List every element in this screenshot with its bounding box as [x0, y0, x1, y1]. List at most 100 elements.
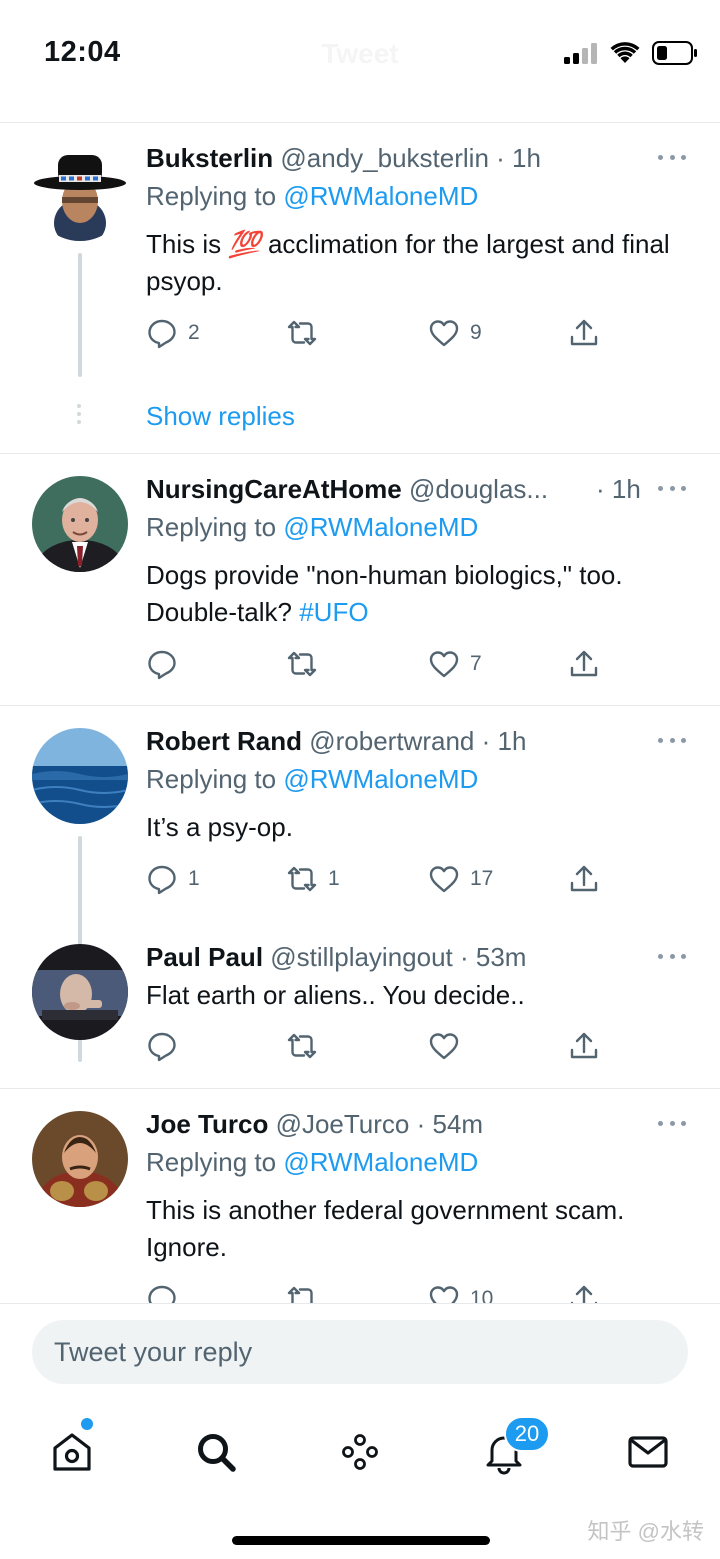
tab-bar: 20 — [0, 1404, 720, 1494]
avatar-man-in-suit-image — [32, 476, 128, 572]
share-button[interactable] — [568, 315, 600, 351]
retweet-button[interactable]: 1 — [286, 861, 340, 897]
tweet[interactable]: Robert Rand @robertwrand · 1h Replying t… — [0, 706, 720, 1062]
reply-button[interactable] — [146, 1281, 188, 1303]
timestamp: · 1h — [481, 726, 527, 756]
more-icon[interactable] — [658, 486, 686, 494]
messages-icon — [628, 1436, 668, 1468]
bottom-area: 20 知乎 @水转 — [0, 1303, 720, 1559]
replying-to-link[interactable]: @RWMaloneMD — [283, 1147, 478, 1177]
tab-spaces[interactable] — [330, 1422, 390, 1482]
like-count: 17 — [470, 867, 494, 890]
handle[interactable]: @robertwrand — [309, 726, 474, 756]
tweet-text-part: This is — [146, 229, 229, 259]
like-button[interactable]: 9 — [428, 315, 482, 351]
replying-to-link[interactable]: @RWMaloneMD — [283, 181, 478, 211]
handle[interactable]: @douglas... — [409, 474, 548, 504]
like-button[interactable]: 17 — [428, 861, 493, 897]
home-indicator[interactable] — [232, 1536, 490, 1545]
retweet-icon — [287, 866, 317, 892]
cellular-signal-icon — [564, 43, 597, 64]
display-name[interactable]: Robert Rand — [146, 726, 302, 756]
avatar-portrait-painting-image — [32, 1111, 128, 1207]
retweet-button[interactable] — [286, 1281, 328, 1303]
share-button[interactable] — [568, 861, 600, 897]
reply-icon — [148, 1285, 176, 1303]
tweet[interactable]: Joe Turco @JoeTurco · 54m Replying to @R… — [0, 1089, 720, 1303]
display-name[interactable]: Buksterlin — [146, 143, 273, 173]
status-icons — [564, 40, 698, 66]
reply-feed[interactable]: Buksterlin @andy_buksterlin · 1h Replyin… — [0, 123, 720, 1303]
more-icon[interactable] — [658, 954, 686, 962]
like-icon — [429, 320, 459, 347]
share-icon — [570, 650, 598, 677]
share-icon — [570, 1285, 598, 1303]
reply-button[interactable] — [146, 646, 188, 682]
tweet-text-part: Dogs provide "non-human biologics," too.… — [146, 560, 623, 627]
spaces-icon — [342, 1434, 378, 1470]
reply-icon — [148, 865, 176, 895]
handle[interactable]: @stillplayingout — [270, 942, 452, 972]
tweet-text: Flat earth or aliens.. You decide.. — [146, 980, 525, 1010]
display-name[interactable]: NursingCareAtHome — [146, 474, 402, 504]
tweet-text: It’s a psy-op. — [146, 812, 293, 842]
avatar[interactable] — [32, 728, 128, 824]
retweet-icon — [287, 1286, 313, 1303]
display-name[interactable]: Joe Turco — [146, 1109, 268, 1139]
thread-more-dots — [77, 404, 83, 424]
share-button[interactable] — [568, 1028, 600, 1064]
like-icon — [429, 1033, 459, 1060]
share-icon — [570, 1032, 598, 1059]
replying-to-link[interactable]: @RWMaloneMD — [283, 764, 478, 794]
like-button[interactable]: 7 — [428, 646, 482, 682]
home-new-dot — [81, 1418, 93, 1430]
tab-search[interactable] — [186, 1422, 246, 1482]
retweet-button[interactable] — [286, 646, 328, 682]
like-icon — [429, 866, 459, 893]
avatar[interactable] — [32, 476, 128, 572]
tweet[interactable]: Paul Paul @stillplayingout · 53m Flat ea… — [0, 922, 720, 1087]
replying-to-label: Replying to — [146, 512, 284, 542]
avatar[interactable] — [32, 944, 128, 1040]
avatar[interactable] — [32, 1111, 128, 1207]
share-icon — [570, 319, 598, 346]
reply-button[interactable] — [146, 1028, 188, 1064]
handle[interactable]: @JoeTurco — [276, 1109, 410, 1139]
handle[interactable]: @andy_buksterlin — [280, 143, 489, 173]
more-icon[interactable] — [658, 155, 686, 163]
replying-to-label: Replying to — [146, 764, 284, 794]
like-button[interactable] — [428, 1028, 470, 1064]
reply-button[interactable]: 2 — [146, 315, 200, 351]
retweet-button[interactable] — [286, 1028, 328, 1064]
hashtag-link[interactable]: #UFO — [299, 597, 368, 627]
tweet[interactable]: Buksterlin @andy_buksterlin · 1h Replyin… — [0, 123, 720, 453]
like-icon — [429, 1286, 459, 1303]
replying-to-link[interactable]: @RWMaloneMD — [283, 512, 478, 542]
avatar[interactable] — [32, 145, 128, 241]
tab-home[interactable] — [42, 1422, 102, 1482]
tweet[interactable]: NursingCareAtHome @douglas... · 1h Reply… — [0, 454, 720, 705]
replying-to: Replying to @RWMaloneMD — [146, 764, 478, 795]
share-button[interactable] — [568, 646, 600, 682]
replying-to: Replying to @RWMaloneMD — [146, 512, 478, 543]
reply-button[interactable]: 1 — [146, 861, 200, 897]
tab-messages[interactable] — [618, 1422, 678, 1482]
timestamp: · 54m — [416, 1109, 484, 1139]
tweet-header: Joe Turco @JoeTurco · 54m — [146, 1109, 660, 1143]
reply-composer[interactable] — [32, 1320, 688, 1384]
retweet-button[interactable] — [286, 315, 328, 351]
display-name[interactable]: Paul Paul — [146, 942, 263, 972]
show-replies-link[interactable]: Show replies — [146, 401, 295, 432]
reply-input[interactable] — [32, 1320, 688, 1384]
more-icon[interactable] — [658, 1121, 686, 1129]
retweet-icon — [287, 1033, 317, 1059]
reply-count: 2 — [188, 321, 200, 344]
like-button[interactable]: 10 — [428, 1281, 493, 1303]
like-icon — [429, 651, 459, 678]
search-icon — [198, 1434, 236, 1472]
reply-icon — [148, 1032, 176, 1062]
more-icon[interactable] — [658, 738, 686, 746]
share-button[interactable] — [568, 1281, 600, 1303]
tweet-text: Dogs provide "non-human biologics," too.… — [146, 557, 690, 631]
like-count: 10 — [470, 1287, 494, 1303]
